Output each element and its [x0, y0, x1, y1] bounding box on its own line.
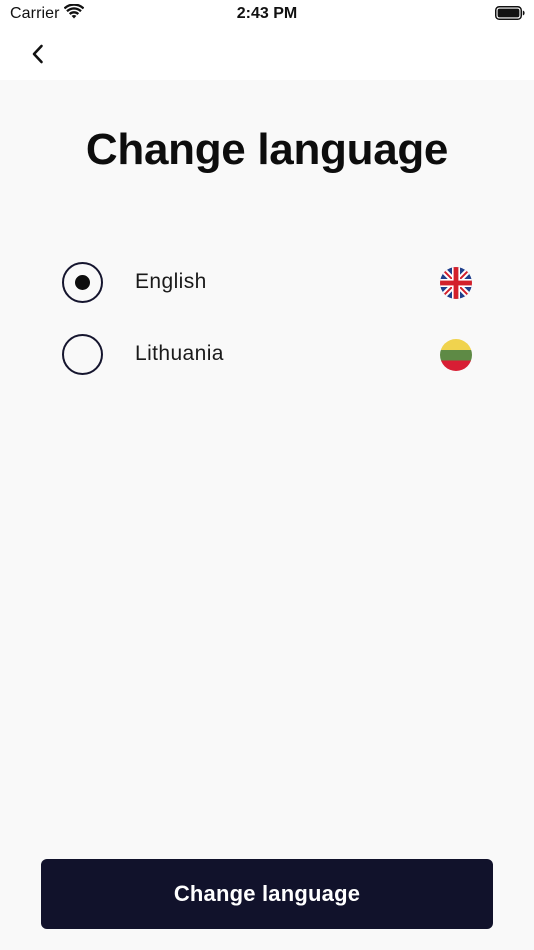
change-language-button[interactable]: Change language [41, 859, 493, 929]
page-title: Change language [85, 125, 449, 174]
chevron-left-icon [32, 44, 43, 64]
uk-flag-icon [440, 267, 472, 299]
radio-dot [75, 275, 90, 290]
battery-icon [495, 6, 525, 20]
nav-bar [0, 28, 534, 80]
status-bar: Carrier 2:43 PM [0, 0, 534, 28]
change-language-button-label: Change language [173, 881, 361, 906]
radio-button-selected[interactable] [62, 262, 103, 303]
back-button[interactable] [22, 38, 54, 70]
screen: Carrier 2:43 PM Change language English [0, 0, 534, 950]
status-time: 2:43 PM [236, 5, 298, 22]
language-option-english[interactable]: English [40, 250, 494, 314]
language-label-lithuania: Lithuania [135, 342, 224, 365]
language-option-lithuania[interactable]: Lithuania [40, 322, 494, 386]
lithuania-flag-icon [440, 339, 472, 371]
language-label-english: English [135, 270, 207, 293]
content-area: Change language English Lithuania Change… [0, 80, 534, 950]
radio-button-unselected[interactable] [62, 334, 103, 375]
